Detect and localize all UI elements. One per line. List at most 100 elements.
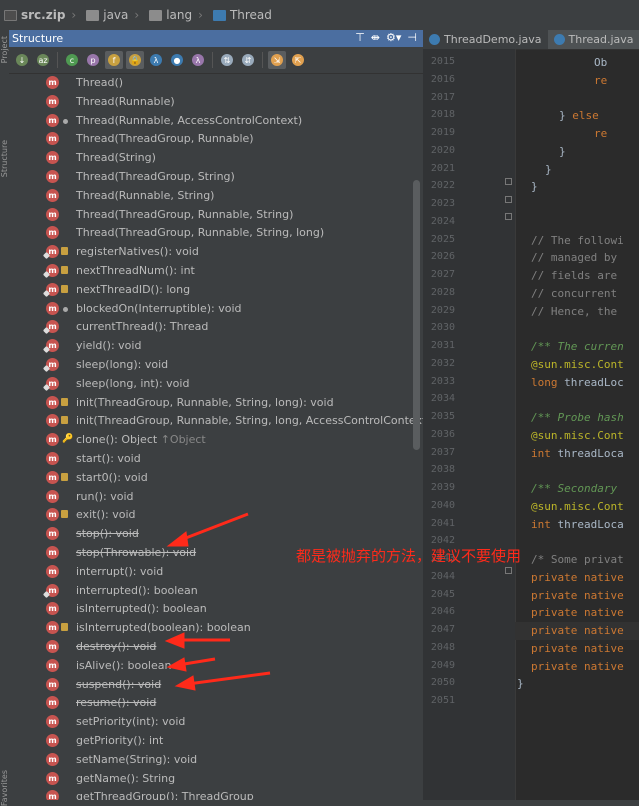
breadcrumb-item-src-zip[interactable]: src.zip› <box>4 8 82 22</box>
structure-item[interactable]: mstart0(): void <box>9 469 423 487</box>
structure-item[interactable]: mThread(ThreadGroup, Runnable) <box>9 130 423 148</box>
show-lambdas-icon-glyph: λ <box>150 54 162 66</box>
structure-item[interactable]: msleep(long): void <box>9 356 423 374</box>
structure-item[interactable]: mThread() <box>9 74 423 92</box>
breadcrumb-item-lang[interactable]: lang› <box>149 8 209 22</box>
structure-item[interactable]: msleep(long, int): void <box>9 375 423 393</box>
structure-item[interactable]: myield(): void <box>9 337 423 355</box>
code-area[interactable]: Obre} elsere}}}// The followi// managed … <box>517 49 639 800</box>
fold-marker-icon[interactable] <box>505 196 512 203</box>
code-token: private native <box>531 589 624 602</box>
breadcrumb-item-java[interactable]: java› <box>86 8 145 22</box>
expand-all-icon[interactable]: ⇅ <box>218 51 236 69</box>
structure-item[interactable]: mThread(String) <box>9 149 423 167</box>
private-lock-icon <box>61 416 68 424</box>
line-number: 2015 <box>423 56 455 67</box>
sort-alpha-icon-glyph: az <box>37 54 49 66</box>
line-number: 2051 <box>423 695 455 706</box>
structure-item[interactable]: mgetPriority(): int <box>9 732 423 750</box>
structure-item[interactable]: mresume(): void <box>9 694 423 712</box>
autoscroll-to-source-icon[interactable]: ⇲ <box>268 51 286 69</box>
structure-item-signature: destroy(): void <box>76 640 156 653</box>
structure-item[interactable]: m🔑clone(): Object ↑Object <box>9 431 423 449</box>
show-lambda-icon[interactable]: λ <box>189 51 207 69</box>
structure-item-label: run(): void <box>76 490 134 503</box>
fold-marker-icon[interactable] <box>505 213 512 220</box>
structure-item[interactable]: mThread(Runnable, String) <box>9 187 423 205</box>
structure-item[interactable]: mThread(ThreadGroup, String) <box>9 168 423 186</box>
collapse-all-icon[interactable]: ⇵ <box>239 51 257 69</box>
tool-window-tab-project[interactable]: Project <box>0 36 9 63</box>
structure-item[interactable]: mgetThreadGroup(): ThreadGroup <box>9 788 423 800</box>
structure-item-label: getName(): String <box>76 772 175 785</box>
header-tool-icon[interactable]: ⊤ <box>355 31 365 44</box>
structure-item[interactable]: mThread(Runnable, AccessControlContext) <box>9 112 423 130</box>
breadcrumb-item-thread[interactable]: Thread <box>213 8 272 22</box>
breadcrumb-separator-icon: › <box>198 8 203 22</box>
code-line: private native <box>531 571 624 584</box>
structure-item[interactable]: mstop(): void <box>9 525 423 543</box>
breadcrumb-label: src.zip <box>21 8 65 22</box>
structure-header-tools: ⊤ ⇼ ⚙▾ ⊣ <box>355 31 417 44</box>
structure-item[interactable]: msetName(String): void <box>9 751 423 769</box>
structure-item[interactable]: mdestroy(): void <box>9 638 423 656</box>
tab-label: ThreadDemo.java <box>444 33 542 46</box>
code-token: /** Secondary <box>531 482 624 495</box>
structure-item-signature: sleep(long, int): void <box>76 377 189 390</box>
show-non-public-icon[interactable]: 🔒 <box>126 51 144 69</box>
structure-item[interactable]: minit(ThreadGroup, Runnable, String, lon… <box>9 394 423 412</box>
annotation-text: 都是被抛弃的方法，建议不要使用 <box>296 545 521 566</box>
fold-marker-icon[interactable] <box>505 567 512 574</box>
structure-item[interactable]: mstart(): void <box>9 450 423 468</box>
structure-item[interactable]: misInterrupted(): boolean <box>9 600 423 618</box>
structure-item[interactable]: mexit(): void <box>9 506 423 524</box>
tab-thread-java[interactable]: Thread.java <box>548 30 639 49</box>
structure-item[interactable]: misInterrupted(boolean): boolean <box>9 619 423 637</box>
structure-item[interactable]: mnextThreadNum(): int <box>9 262 423 280</box>
structure-item-label: Thread(ThreadGroup, String) <box>76 170 235 183</box>
structure-item[interactable]: minterrupted(): boolean <box>9 582 423 600</box>
structure-item[interactable]: mcurrentThread(): Thread <box>9 318 423 336</box>
code-token: Ob <box>594 56 607 69</box>
structure-item[interactable]: mnextThreadID(): long <box>9 281 423 299</box>
tool-window-tab-favorites[interactable]: Favorites <box>0 770 9 806</box>
structure-scrollbar[interactable] <box>413 180 420 450</box>
structure-item[interactable]: mrun(): void <box>9 488 423 506</box>
header-tool-icon[interactable]: ⊣ <box>407 31 417 44</box>
tab-threaddemo-java[interactable]: ThreadDemo.java <box>423 30 548 49</box>
structure-item[interactable]: mgetName(): String <box>9 770 423 788</box>
autoscroll-from-source-icon[interactable]: ⇱ <box>289 51 307 69</box>
header-tool-icon[interactable]: ⚙▾ <box>386 31 401 44</box>
structure-item[interactable]: misAlive(): boolean <box>9 657 423 675</box>
structure-item-signature: Thread(Runnable, AccessControlContext) <box>76 114 302 127</box>
show-anonymous-icon[interactable]: ● <box>168 51 186 69</box>
structure-item-label: setPriority(int): void <box>76 715 185 728</box>
structure-item[interactable]: mblockedOn(Interruptible): void <box>9 300 423 318</box>
structure-item[interactable]: msetPriority(int): void <box>9 713 423 731</box>
show-properties-icon[interactable]: p <box>84 51 102 69</box>
tool-window-tab-structure[interactable]: Structure <box>0 140 9 177</box>
code-token: private native <box>531 660 624 673</box>
structure-item[interactable]: mThread(ThreadGroup, Runnable, String, l… <box>9 224 423 242</box>
code-line: } <box>559 145 566 158</box>
structure-item[interactable]: mThread(ThreadGroup, Runnable, String) <box>9 206 423 224</box>
structure-item-signature: Thread(String) <box>76 151 156 164</box>
structure-item[interactable]: mThread(Runnable) <box>9 93 423 111</box>
fold-marker-icon[interactable] <box>505 178 512 185</box>
sort-alpha-icon[interactable]: az <box>34 51 52 69</box>
show-fields-icon[interactable]: f <box>105 51 123 69</box>
header-tool-icon[interactable]: ⇼ <box>371 31 380 44</box>
structure-item-label: getThreadGroup(): ThreadGroup <box>76 790 254 800</box>
structure-item[interactable]: minit(ThreadGroup, Runnable, String, lon… <box>9 412 423 430</box>
structure-item[interactable]: mregisterNatives(): void <box>9 243 423 261</box>
package-private-icon <box>63 307 68 312</box>
line-number: 2046 <box>423 606 455 617</box>
code-line: } <box>545 163 552 176</box>
show-inherited-icon[interactable]: c <box>63 51 81 69</box>
structure-item-signature: currentThread(): Thread <box>76 320 208 333</box>
sort-by-visibility-icon[interactable]: ↓ <box>13 51 31 69</box>
line-number: 2030 <box>423 322 455 333</box>
show-lambdas-icon[interactable]: λ <box>147 51 165 69</box>
structure-item[interactable]: msuspend(): void <box>9 676 423 694</box>
line-number: 2017 <box>423 92 455 103</box>
